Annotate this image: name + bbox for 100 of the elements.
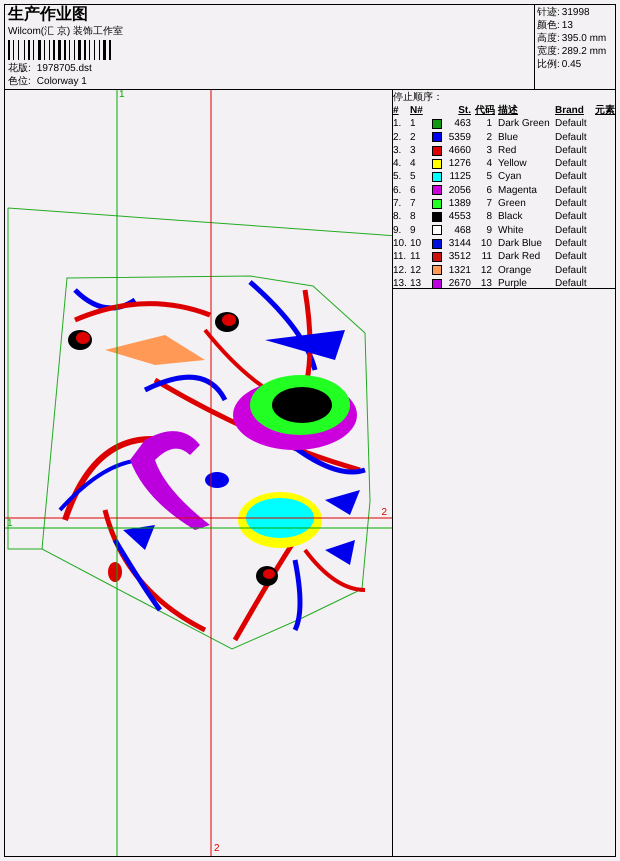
table-cell-text: 7. [393, 197, 402, 210]
table-cell-text: 9 [485, 224, 493, 237]
table-cell-text: 3512 [448, 250, 471, 264]
table-cell-text: Dark Blue [497, 236, 543, 250]
field-value: Colorway 1 [36, 75, 87, 88]
guide-label: 1 [119, 90, 125, 100]
table-cell-text: 12 [410, 264, 422, 277]
company-name: Wilcom(汇 京) 装饰工作室 [8, 25, 123, 38]
table-cell-text: 2. [393, 130, 402, 144]
table-cell-text: 1321 [448, 264, 471, 277]
table-cell-text: 10 [480, 236, 493, 250]
table-cell-text: Default [555, 197, 588, 210]
table-cell-text: 463 [453, 117, 471, 131]
table-cell-text: 11. [393, 250, 408, 264]
info-label: 颜色: [537, 19, 560, 32]
table-cell-text: 2670 [448, 276, 471, 290]
table-cell-text: 5 [410, 170, 417, 184]
info-label: 比例: [537, 58, 560, 71]
table-cell-text: 3. [393, 144, 402, 158]
table-cell-text: Default [555, 250, 588, 264]
field-label: 色位: [8, 75, 31, 88]
table-cell-text: 9. [393, 224, 402, 237]
table-cell-text: Purple [497, 276, 528, 290]
table-cell-text: Default [555, 144, 588, 158]
table-cell-text: 468 [453, 224, 471, 237]
column-header: 元素 [595, 104, 615, 118]
table-cell-text: Default [555, 264, 588, 277]
table-cell-text: 12. [393, 264, 408, 277]
table-cell-text: 2 [410, 130, 417, 144]
table-cell-text: 13. [393, 276, 408, 290]
table-cell-text: 1. [393, 117, 402, 131]
info-label: 针迹: [537, 6, 560, 19]
table-cell-text: 4 [410, 157, 417, 170]
column-header: # [393, 104, 400, 118]
table-cell-text: Dark Green [497, 117, 551, 131]
info-label: 宽度: [537, 45, 560, 58]
table-cell-text: 7 [410, 197, 417, 210]
table-cell-text: Default [555, 236, 588, 250]
table-cell-text: 13 [480, 276, 493, 290]
table-cell-text: Default [555, 130, 588, 144]
guide-label: 2 [214, 844, 220, 854]
table-cell-text: 1276 [448, 157, 471, 170]
table-cell-text: Default [555, 184, 588, 198]
table-cell-text: 8 [485, 210, 493, 224]
table-cell-text: Default [555, 224, 588, 237]
column-header: St. [457, 104, 471, 118]
table-cell-text: 10 [410, 236, 422, 250]
table-cell-text: 4. [393, 157, 402, 170]
table-cell-text: 5. [393, 170, 402, 184]
table-cell-text: Default [555, 157, 588, 170]
table-cell-text: 1125 [448, 170, 471, 184]
table-cell-text: Default [555, 276, 588, 290]
table-cell-text: 11 [480, 250, 493, 264]
table-cell-text: Magenta [497, 184, 538, 198]
table-cell-text: Default [555, 117, 588, 131]
column-header: Brand [555, 104, 585, 118]
table-cell-text: 8 [410, 210, 417, 224]
info-value: 13 [562, 19, 573, 32]
info-label: 高度: [537, 32, 560, 45]
field-label: 花版: [8, 62, 31, 75]
table-cell-text: Orange [497, 264, 532, 277]
table-cell-text: Default [555, 170, 588, 184]
sheet-title: 生产作业图 [8, 5, 89, 25]
info-value: 289.2 mm [562, 45, 606, 58]
table-cell-text: 4660 [448, 144, 471, 158]
table-cell-text: Black [497, 210, 524, 224]
table-cell-text: 3 [485, 144, 493, 158]
info-value: 395.0 mm [562, 32, 606, 45]
table-cell-text: 13 [410, 276, 422, 290]
table-cell-text: Yellow [497, 157, 528, 170]
info-value: 0.45 [562, 58, 582, 71]
table-cell-text: 4553 [448, 210, 471, 224]
table-cell-text: Red [497, 144, 518, 158]
table-cell-text: 7 [485, 197, 493, 210]
table-cell-text: 8. [393, 210, 402, 224]
table-cell-text: 6 [410, 184, 417, 198]
table-cell-text: Blue [497, 130, 520, 144]
column-header: N# [410, 104, 424, 118]
table-cell-text: Cyan [497, 170, 522, 184]
column-header: 描述 [496, 104, 519, 118]
table-cell-text: 2056 [448, 184, 471, 198]
table-cell-text: 1 [485, 117, 493, 131]
table-cell-text: 5 [485, 170, 493, 184]
table-cell-text: 9 [410, 224, 417, 237]
table-cell-text: 6. [393, 184, 402, 198]
table-cell-text: 5359 [448, 130, 471, 144]
column-header: 代码 [474, 104, 495, 118]
table-cell-text: 1389 [448, 197, 471, 210]
table-cell-text: 2 [485, 130, 493, 144]
guide-label: 2 [381, 508, 387, 518]
table-cell-text: Default [555, 210, 588, 224]
table-cell-text: 6 [485, 184, 493, 198]
info-value: 31998 [562, 6, 590, 19]
table-cell-text: 12 [480, 264, 493, 277]
table-cell-text: 4 [485, 157, 493, 170]
table-cell-text: 3144 [448, 236, 471, 250]
field-value: 1978705.dst [36, 62, 92, 75]
table-cell-text: White [497, 224, 525, 237]
table-cell-text: Green [497, 197, 527, 210]
table-cell-text: 3 [410, 144, 417, 158]
